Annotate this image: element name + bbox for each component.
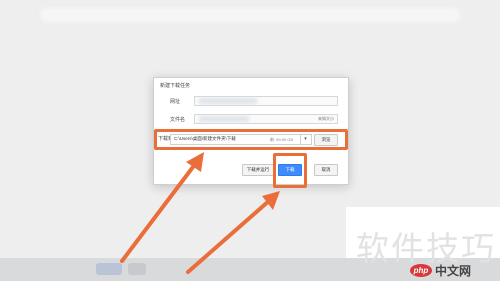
- php-logo: php 中文网: [410, 262, 471, 279]
- php-badge: php: [410, 264, 432, 277]
- php-site-name: 中文网: [435, 264, 472, 278]
- arrow-head: [186, 152, 204, 172]
- arrow-line: [186, 198, 272, 274]
- arrow-line: [120, 161, 198, 263]
